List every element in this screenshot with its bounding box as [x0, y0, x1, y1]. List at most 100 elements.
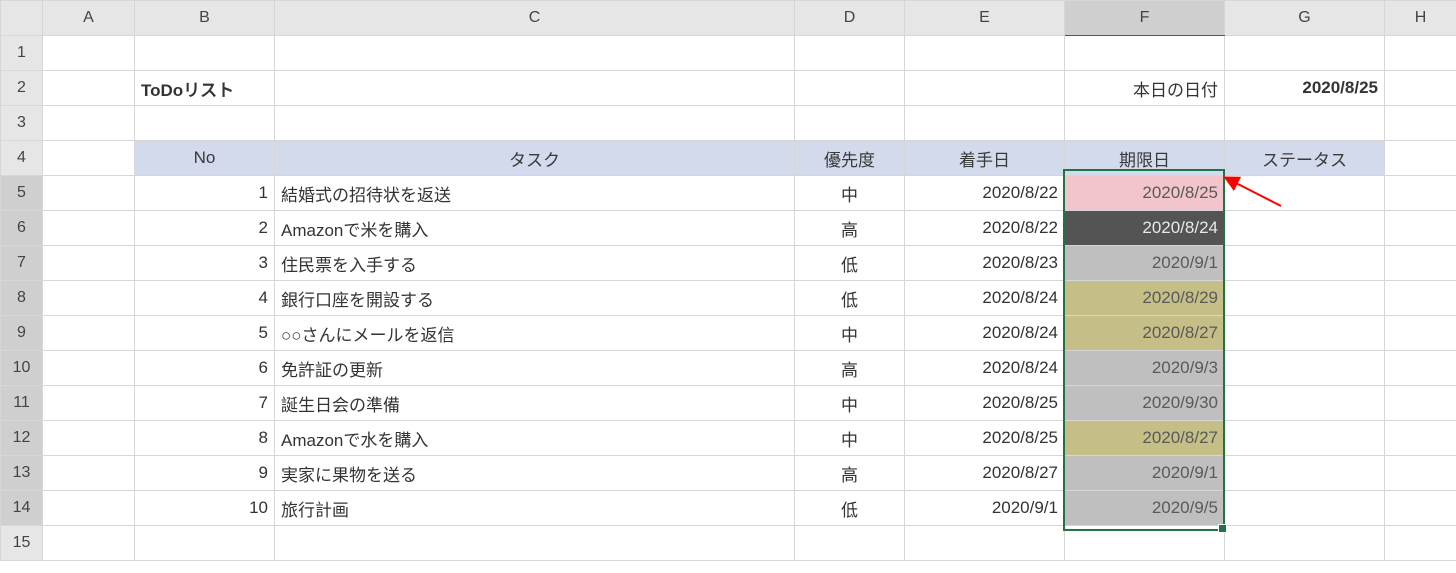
- cell-H13[interactable]: [1385, 456, 1456, 491]
- cell-A10[interactable]: [43, 351, 135, 386]
- col-header-H[interactable]: H: [1385, 1, 1456, 36]
- cell-no[interactable]: 1: [135, 176, 275, 211]
- cell-status[interactable]: [1225, 421, 1385, 456]
- cell-F15[interactable]: [1065, 526, 1225, 561]
- cell-E2[interactable]: [905, 71, 1065, 106]
- cell-no[interactable]: 5: [135, 316, 275, 351]
- cell-D15[interactable]: [795, 526, 905, 561]
- cell-start[interactable]: 2020/8/22: [905, 211, 1065, 246]
- col-header-F[interactable]: F: [1065, 1, 1225, 36]
- cell-task[interactable]: Amazonで米を購入: [275, 211, 795, 246]
- cell-no[interactable]: 8: [135, 421, 275, 456]
- cell-C2[interactable]: [275, 71, 795, 106]
- cell-priority[interactable]: 低: [795, 281, 905, 316]
- cell-C3[interactable]: [275, 106, 795, 141]
- cell-H14[interactable]: [1385, 491, 1456, 526]
- cell-B15[interactable]: [135, 526, 275, 561]
- cell-A4[interactable]: [43, 141, 135, 176]
- col-header-B[interactable]: B: [135, 1, 275, 36]
- cell-A13[interactable]: [43, 456, 135, 491]
- cell-H15[interactable]: [1385, 526, 1456, 561]
- cell-status[interactable]: [1225, 246, 1385, 281]
- cell-task[interactable]: ○○さんにメールを返信: [275, 316, 795, 351]
- hdr-start[interactable]: 着手日: [905, 141, 1065, 176]
- cell-deadline[interactable]: 2020/9/1: [1065, 246, 1225, 281]
- cell-priority[interactable]: 高: [795, 456, 905, 491]
- cell-H10[interactable]: [1385, 351, 1456, 386]
- cell-A9[interactable]: [43, 316, 135, 351]
- cell-status[interactable]: [1225, 351, 1385, 386]
- cell-priority[interactable]: 中: [795, 316, 905, 351]
- cell-H6[interactable]: [1385, 211, 1456, 246]
- cell-no[interactable]: 6: [135, 351, 275, 386]
- cell-A7[interactable]: [43, 246, 135, 281]
- cell-status[interactable]: [1225, 281, 1385, 316]
- cell-task[interactable]: 免許証の更新: [275, 351, 795, 386]
- cell-deadline[interactable]: 2020/9/5: [1065, 491, 1225, 526]
- cell-deadline[interactable]: 2020/9/30: [1065, 386, 1225, 421]
- cell-deadline[interactable]: 2020/9/1: [1065, 456, 1225, 491]
- cell-status[interactable]: [1225, 211, 1385, 246]
- cell-start[interactable]: 2020/8/24: [905, 316, 1065, 351]
- cell-H4[interactable]: [1385, 141, 1456, 176]
- cell-deadline[interactable]: 2020/9/3: [1065, 351, 1225, 386]
- row-header-12[interactable]: 12: [1, 421, 43, 456]
- cell-priority[interactable]: 高: [795, 351, 905, 386]
- cell-priority[interactable]: 中: [795, 386, 905, 421]
- cell-B1[interactable]: [135, 36, 275, 71]
- row-header-7[interactable]: 7: [1, 246, 43, 281]
- cell-C15[interactable]: [275, 526, 795, 561]
- row-header-13[interactable]: 13: [1, 456, 43, 491]
- cell-task[interactable]: 銀行口座を開設する: [275, 281, 795, 316]
- cell-deadline[interactable]: 2020/8/27: [1065, 316, 1225, 351]
- row-header-3[interactable]: 3: [1, 106, 43, 141]
- cell-H2[interactable]: [1385, 71, 1456, 106]
- today-label[interactable]: 本日の日付: [1065, 71, 1225, 106]
- cell-task[interactable]: 誕生日会の準備: [275, 386, 795, 421]
- cell-start[interactable]: 2020/9/1: [905, 491, 1065, 526]
- col-header-E[interactable]: E: [905, 1, 1065, 36]
- cell-A2[interactable]: [43, 71, 135, 106]
- cell-H7[interactable]: [1385, 246, 1456, 281]
- cell-no[interactable]: 3: [135, 246, 275, 281]
- cell-A12[interactable]: [43, 421, 135, 456]
- cell-H3[interactable]: [1385, 106, 1456, 141]
- cell-deadline[interactable]: 2020/8/29: [1065, 281, 1225, 316]
- cell-H8[interactable]: [1385, 281, 1456, 316]
- cell-H5[interactable]: [1385, 176, 1456, 211]
- col-header-D[interactable]: D: [795, 1, 905, 36]
- cell-A5[interactable]: [43, 176, 135, 211]
- cell-start[interactable]: 2020/8/25: [905, 386, 1065, 421]
- spreadsheet[interactable]: A B C D E F G H 12ToDoリスト本日の日付2020/8/253…: [0, 0, 1456, 573]
- row-header-14[interactable]: 14: [1, 491, 43, 526]
- cell-H12[interactable]: [1385, 421, 1456, 456]
- row-header-10[interactable]: 10: [1, 351, 43, 386]
- row-header-8[interactable]: 8: [1, 281, 43, 316]
- cell-no[interactable]: 4: [135, 281, 275, 316]
- cell-E15[interactable]: [905, 526, 1065, 561]
- cell-start[interactable]: 2020/8/25: [905, 421, 1065, 456]
- cell-task[interactable]: 旅行計画: [275, 491, 795, 526]
- cell-deadline[interactable]: 2020/8/25: [1065, 176, 1225, 211]
- col-header-C[interactable]: C: [275, 1, 795, 36]
- hdr-status[interactable]: ステータス: [1225, 141, 1385, 176]
- hdr-task[interactable]: タスク: [275, 141, 795, 176]
- cell-deadline[interactable]: 2020/8/24: [1065, 211, 1225, 246]
- cell-status[interactable]: [1225, 386, 1385, 421]
- cell-A15[interactable]: [43, 526, 135, 561]
- cell-G1[interactable]: [1225, 36, 1385, 71]
- cell-start[interactable]: 2020/8/22: [905, 176, 1065, 211]
- cell-H1[interactable]: [1385, 36, 1456, 71]
- cell-status[interactable]: [1225, 176, 1385, 211]
- cell-priority[interactable]: 低: [795, 246, 905, 281]
- cell-priority[interactable]: 中: [795, 176, 905, 211]
- cell-no[interactable]: 10: [135, 491, 275, 526]
- cell-status[interactable]: [1225, 491, 1385, 526]
- cell-H11[interactable]: [1385, 386, 1456, 421]
- cell-task[interactable]: Amazonで水を購入: [275, 421, 795, 456]
- cell-start[interactable]: 2020/8/27: [905, 456, 1065, 491]
- cell-A6[interactable]: [43, 211, 135, 246]
- cell-start[interactable]: 2020/8/23: [905, 246, 1065, 281]
- cell-priority[interactable]: 中: [795, 421, 905, 456]
- cell-A3[interactable]: [43, 106, 135, 141]
